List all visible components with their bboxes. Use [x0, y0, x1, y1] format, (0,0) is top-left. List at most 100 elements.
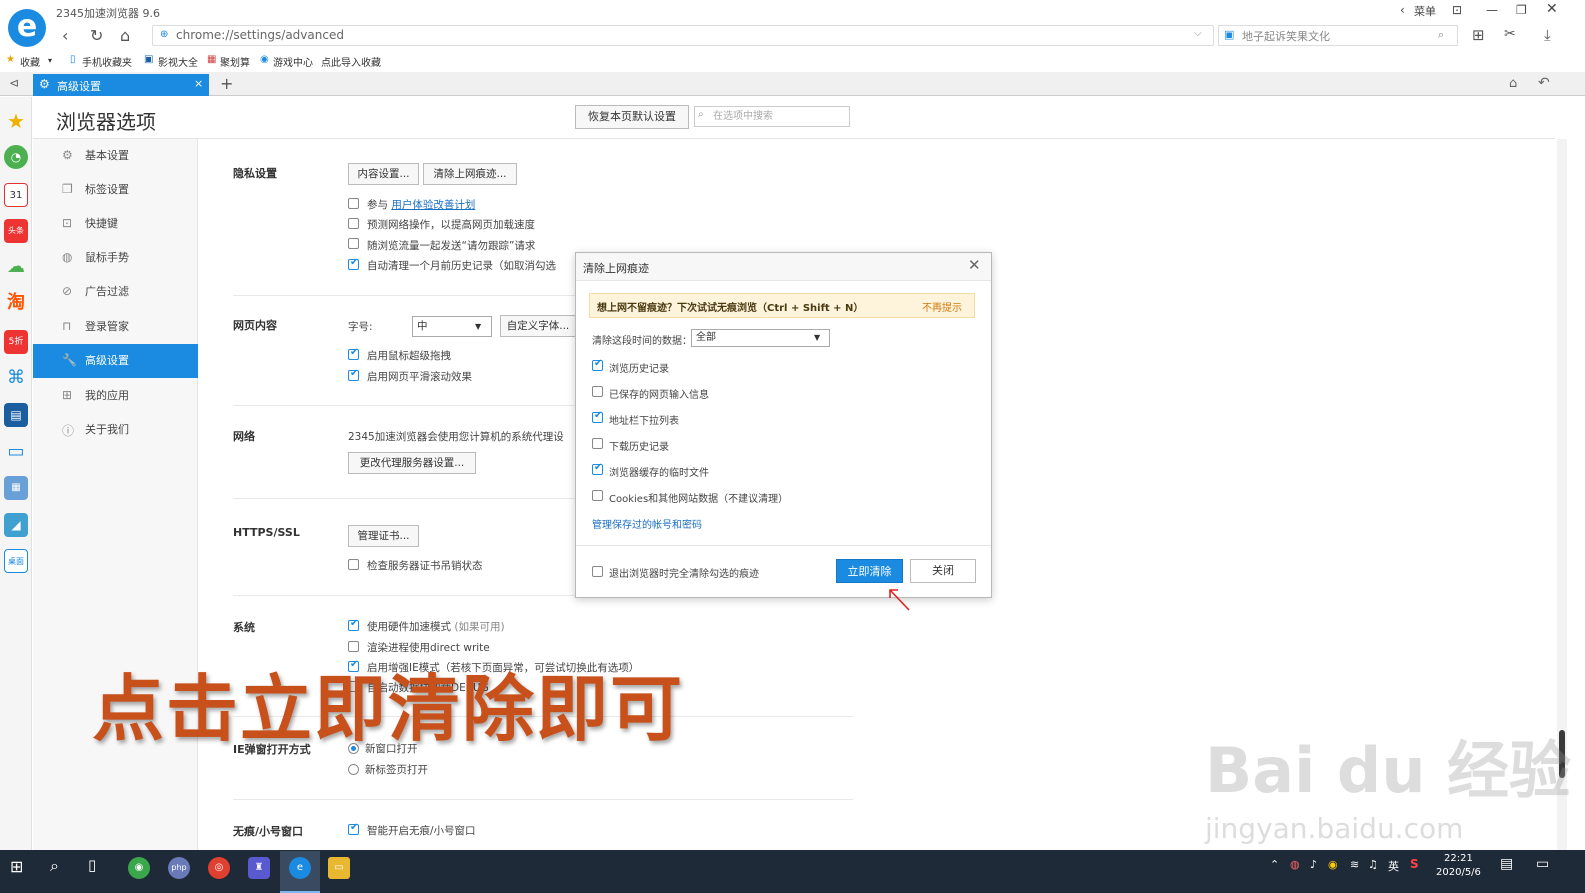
manage-certs-button[interactable]: 管理证书...	[348, 525, 419, 547]
checkbox-cache-files[interactable]	[592, 462, 603, 475]
back-icon[interactable]: ‹	[62, 26, 68, 45]
task-view-icon[interactable]: ▯	[88, 856, 96, 874]
checkbox-do-not-track[interactable]	[348, 238, 359, 249]
search-icon[interactable]: ⌕	[50, 856, 59, 876]
custom-font-button[interactable]: 自定义字体...	[500, 315, 576, 337]
wechat-icon[interactable]: ☁	[4, 255, 28, 279]
network-icon[interactable]: ≋	[1350, 858, 1359, 871]
time-range-select[interactable]: 全部 ▼	[691, 329, 830, 347]
shop-icon[interactable]: 5折	[4, 330, 28, 354]
font-size-select[interactable]: 中 ▼	[412, 316, 492, 337]
scissors-icon[interactable]: ✂	[1504, 26, 1516, 42]
checkbox-clear-on-exit[interactable]	[592, 566, 603, 577]
calendar-icon[interactable]: 31	[4, 183, 28, 207]
tray-app-icon[interactable]: ◍	[1290, 858, 1300, 871]
checkbox-smooth-scroll[interactable]	[348, 368, 359, 381]
address-text[interactable]: chrome://settings/advanced	[176, 28, 344, 42]
proxy-settings-button[interactable]: 更改代理服务器设置...	[348, 452, 476, 474]
sidebar-item-login[interactable]: 登录管家	[33, 310, 198, 344]
desktop-shortcut-icon[interactable]: 桌面	[4, 549, 28, 573]
sidebar-item-advanced[interactable]: 高级设置	[33, 344, 198, 378]
clear-now-button[interactable]: 立即清除	[836, 559, 903, 583]
star-icon[interactable]: ★	[4, 109, 28, 133]
minimize-icon[interactable]: —	[1486, 3, 1498, 17]
checkbox-hw-accel[interactable]	[348, 618, 359, 631]
content-settings-button[interactable]: 内容设置...	[348, 163, 419, 185]
close-dialog-button[interactable]: 关闭	[910, 559, 976, 583]
sidebar-item-shortcuts[interactable]: 快捷键	[33, 207, 198, 241]
eraser-icon[interactable]: ◢	[4, 513, 28, 537]
close-icon[interactable]: ✕	[968, 256, 981, 274]
checkbox-super-drag[interactable]	[348, 347, 359, 360]
sidebar-toggle-icon[interactable]: ⊲	[9, 76, 19, 90]
search-icon[interactable]: ⌕	[1438, 28, 1444, 42]
skin-icon[interactable]: ⊡	[1452, 3, 1462, 17]
new-tab-button[interactable]: +	[220, 74, 233, 93]
apps-icon[interactable]: ⊞	[1472, 26, 1485, 44]
radio-new-tab[interactable]	[348, 764, 359, 775]
system-clock[interactable]: 22:21 2020/5/6	[1436, 852, 1481, 880]
home-icon[interactable]: ⌂	[120, 26, 130, 45]
chrome-icon[interactable]: ◎	[208, 857, 230, 879]
bookmark-import[interactable]: 点此导入收藏	[321, 54, 381, 69]
close-window-icon[interactable]: ✕	[1546, 1, 1558, 17]
options-search-input[interactable]: 在选项中搜索	[694, 106, 850, 127]
film-icon[interactable]: ▤	[4, 403, 28, 427]
tray-security-icon[interactable]: ◉	[1328, 858, 1338, 871]
close-tab-icon[interactable]: ×	[194, 77, 203, 90]
news-icon[interactable]: 头条	[4, 219, 28, 243]
bookmark-favorites[interactable]: 收藏	[20, 54, 40, 69]
app-green-icon[interactable]: ◉	[128, 857, 150, 879]
tab-advanced-settings[interactable]: ⚙ 高级设置 ×	[33, 74, 209, 96]
sidebar-item-basic[interactable]: 基本设置	[33, 139, 198, 173]
sidebar-item-apps[interactable]: 我的应用	[33, 379, 198, 413]
browser-2345-icon[interactable]: e	[289, 857, 311, 879]
clear-traces-button[interactable]: 清除上网痕迹...	[423, 163, 517, 185]
volume-icon[interactable]: ♫	[1368, 858, 1378, 871]
checkbox-download-history[interactable]	[592, 438, 603, 449]
sidebar-item-adblock[interactable]: 广告过滤	[33, 275, 198, 309]
restore-defaults-button[interactable]: 恢复本页默认设置	[575, 105, 689, 129]
checkbox-smart-incognito[interactable]	[348, 822, 359, 835]
calculator-icon[interactable]: ▦	[4, 476, 28, 500]
menu-label[interactable]: 菜单	[1414, 3, 1436, 19]
chevron-down-icon[interactable]: ⌵	[1194, 28, 1202, 39]
microphone-icon[interactable]: ♪	[1310, 858, 1317, 871]
bookmark-video[interactable]: 影视大全	[158, 54, 198, 69]
caret-icon[interactable]: ▾	[48, 56, 52, 65]
checkbox-browse-history[interactable]	[592, 358, 603, 371]
checkbox-auto-clear-history[interactable]	[348, 257, 359, 270]
gamepad-icon[interactable]: ⌘	[4, 366, 28, 390]
checkbox-form-data[interactable]	[592, 386, 603, 397]
checkbox-predict-network[interactable]	[348, 218, 359, 229]
sidebar-item-about[interactable]: 关于我们	[33, 413, 198, 447]
sogou-ime-icon[interactable]: S	[1410, 857, 1419, 871]
clock-icon[interactable]: ◔	[4, 145, 28, 169]
file-explorer-icon[interactable]: ▭	[328, 857, 350, 879]
tip-dismiss-link[interactable]: 不再提示	[922, 299, 962, 314]
tray-chevron-icon[interactable]: ⌃	[1270, 858, 1279, 871]
checkbox-cert-revocation[interactable]	[348, 559, 359, 570]
windows-start-icon[interactable]: ⊞	[10, 857, 23, 876]
restore-icon[interactable]: ❐	[1516, 3, 1527, 17]
app-purple-icon[interactable]: ♜	[248, 857, 270, 879]
manage-passwords-link[interactable]: 管理保存过的帐号和密码	[592, 516, 702, 531]
bag-icon[interactable]: ⌂	[1509, 76, 1517, 91]
bookmark-deals[interactable]: 聚划算	[220, 54, 250, 69]
sidebar-item-gestures[interactable]: 鼠标手势	[33, 241, 198, 275]
refresh-icon[interactable]: ↻	[90, 26, 103, 45]
input-language[interactable]: 英	[1388, 858, 1399, 874]
notes-icon[interactable]: ▤	[1500, 856, 1513, 872]
search-engine-icon[interactable]: ▣	[1224, 28, 1234, 41]
notifications-icon[interactable]: ▭	[1536, 856, 1549, 872]
chevron-left-icon[interactable]: ‹	[1400, 3, 1405, 17]
php-icon[interactable]: php	[168, 857, 190, 879]
undo-icon[interactable]: ↶	[1538, 75, 1550, 91]
checkbox-ux-program[interactable]	[348, 198, 359, 209]
ux-program-link[interactable]: 用户体验改善计划	[391, 199, 475, 211]
taobao-icon[interactable]: 淘	[4, 291, 28, 315]
bookmark-mobile[interactable]: 手机收藏夹	[82, 54, 132, 69]
checkbox-cookies[interactable]	[592, 490, 603, 501]
monitor-icon[interactable]: ▭	[4, 440, 28, 464]
sidebar-item-tabs[interactable]: 标签设置	[33, 173, 198, 207]
